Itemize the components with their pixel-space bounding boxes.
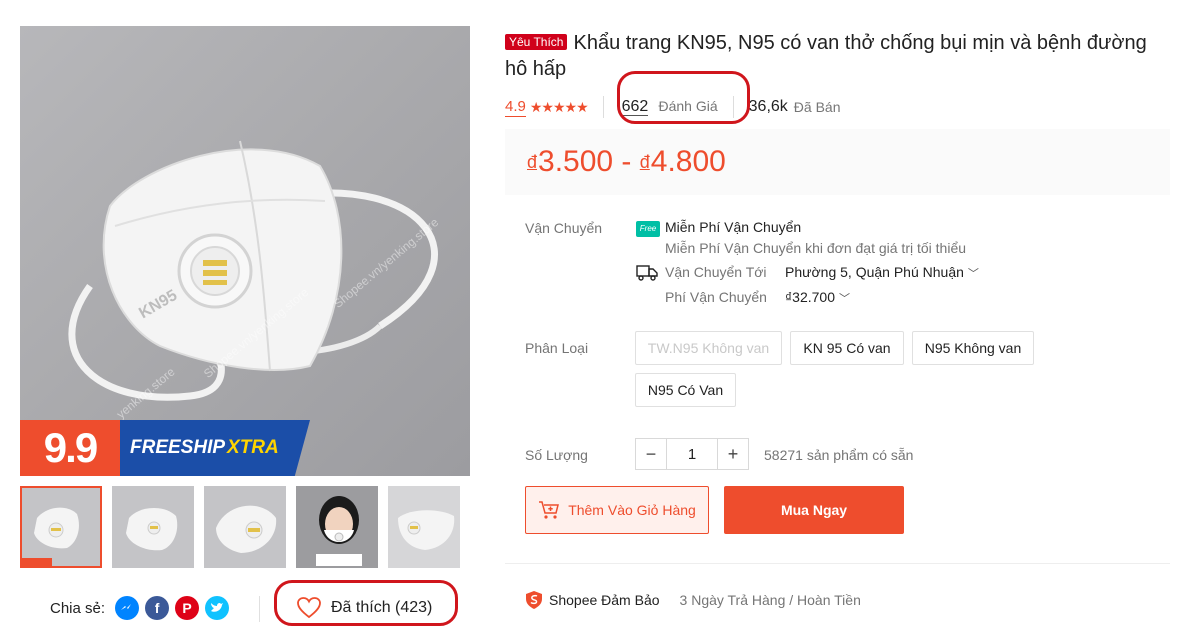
shipping-fee-value: ₫32.700 [785,289,836,305]
stock-available: 58271 sản phẩm có sẵn [764,447,914,463]
review-label: Đánh Giá [658,98,718,114]
guarantee-text: 3 Ngày Trả Hàng / Hoàn Tiền [679,592,861,608]
chevron-down-icon: ﹀ [839,293,851,305]
variant-option[interactable]: N95 Không van [912,331,1034,365]
facebook-icon[interactable]: f [145,596,170,620]
quantity-increase-button[interactable]: + [717,438,749,470]
share-divider [259,596,260,622]
share-row: Chia sẻ: f P [50,596,230,620]
truck-icon [636,265,658,281]
variant-option[interactable]: KN 95 Có van [790,331,904,365]
chevron-down-icon: ﹀ [967,267,979,280]
variant-option[interactable]: N95 Có Van [635,373,736,407]
thumbnail-strip [20,486,460,568]
cart-plus-icon [539,501,560,519]
rating-stars-icon: ★★★★★ [529,98,589,115]
shipping-fee-label: Phí Vận Chuyển [665,289,767,305]
thumbnail-3[interactable] [204,486,286,568]
free-shipping-subtitle: Miễn Phí Vận Chuyển khi đơn đạt giá trị … [665,240,967,256]
variant-label: Phân Loại [525,340,589,356]
add-to-cart-button[interactable]: Thêm Vào Giỏ Hàng [525,486,709,534]
shipping-fee-row: Phí Vận Chuyển ₫32.700 ﹀ [665,289,850,306]
guarantee-label: Shopee Đảm Bảo [549,592,660,608]
variant-option[interactable]: TW.N95 Không van [635,331,782,365]
currency-symbol: đ [639,151,650,172]
ship-to-label: Vận Chuyển Tới [665,264,767,280]
ship-to-value: Phường 5, Quận Phú Nhuận [785,263,964,280]
divider [505,563,1170,564]
promo-99-label: 9.9 [20,420,120,476]
main-product-image[interactable]: Shopee.vn/yenking.store Shopee.vn/yenkin… [20,26,470,476]
thumbnail-1[interactable] [20,486,102,568]
shipping-fee-dropdown[interactable]: ₫32.700 ﹀ [785,289,850,306]
thumb-mask-icon [126,507,178,551]
ship-to-row: Vận Chuyển Tới Phường 5, Quận Phú Nhuận ﹀ [636,263,979,281]
currency-symbol: đ [527,151,538,172]
shipping-label: Vận Chuyển [525,220,603,236]
thumbnail-4[interactable] [296,486,378,568]
product-title-row: Yêu Thích Khẩu trang KN95, N95 có van thở… [505,30,1165,82]
price-box: đ 3.500 - đ 4.800 [505,129,1170,195]
xtra-text: XTRA [227,437,279,458]
like-label: Đã thích (423) [331,599,433,616]
free-shipping-info: Free Miễn Phí Vận Chuyển Miễn Phí Vận Chu… [636,219,966,256]
quantity-decrease-button[interactable]: − [635,438,667,470]
thumb-mask-icon [398,510,455,550]
thumbnail-2[interactable] [112,486,194,568]
share-label: Chia sẻ: [50,599,106,617]
product-page: Shopee.vn/yenking.store Shopee.vn/yenkin… [0,0,1195,634]
thumbnail-5[interactable] [388,486,460,568]
favorite-badge: Yêu Thích [505,34,568,50]
price-dash: - [613,145,640,178]
sold-count: 36,6k [748,98,788,115]
heart-icon [297,597,321,619]
free-shipping-icon: Free [636,221,660,237]
price-max: 4.800 [650,145,726,178]
thumb-person-icon [316,496,362,566]
twitter-icon[interactable] [205,596,230,620]
review-link[interactable]: 662 Đánh Giá [619,98,718,116]
shopee-guarantee[interactable]: Shopee Đảm Bảo 3 Ngày Trả Hàng / Hoàn Ti… [525,590,861,610]
freeship-xtra-label: FREESHIP XTRA [120,420,310,476]
messenger-icon[interactable] [115,596,140,620]
freeship-text: FREESHIP [130,437,226,458]
price-min: 3.500 [538,145,614,178]
free-shipping-title: Miễn Phí Vận Chuyển [665,219,802,235]
pinterest-icon[interactable]: P [175,596,200,620]
quantity-stepper: − 1 + [635,438,749,470]
ship-to-dropdown[interactable]: Phường 5, Quận Phú Nhuận ﹀ [785,264,979,281]
shield-icon [526,591,542,609]
add-to-cart-label: Thêm Vào Giỏ Hàng [568,502,696,518]
rating-row: 4.9 ★★★★★ 662 Đánh Giá 36,6k Đã Bán [505,96,841,118]
divider [602,96,604,118]
quantity-input[interactable]: 1 [667,438,717,470]
rating-value[interactable]: 4.9 [505,98,526,117]
buy-now-button[interactable]: Mua Ngay [724,486,904,534]
thumb-mask-icon [216,505,277,553]
product-title: Khẩu trang KN95, N95 có van thở chống bụ… [505,32,1147,80]
quantity-label: Số Lượng [525,447,588,463]
thumb-mask-icon [22,507,79,566]
like-button[interactable]: Đã thích (423) [297,597,432,619]
review-count: 662 [621,98,649,116]
promo-banner: 9.9 FREESHIP XTRA [20,420,470,476]
divider [732,96,734,118]
sold-label: Đã Bán [793,99,841,115]
